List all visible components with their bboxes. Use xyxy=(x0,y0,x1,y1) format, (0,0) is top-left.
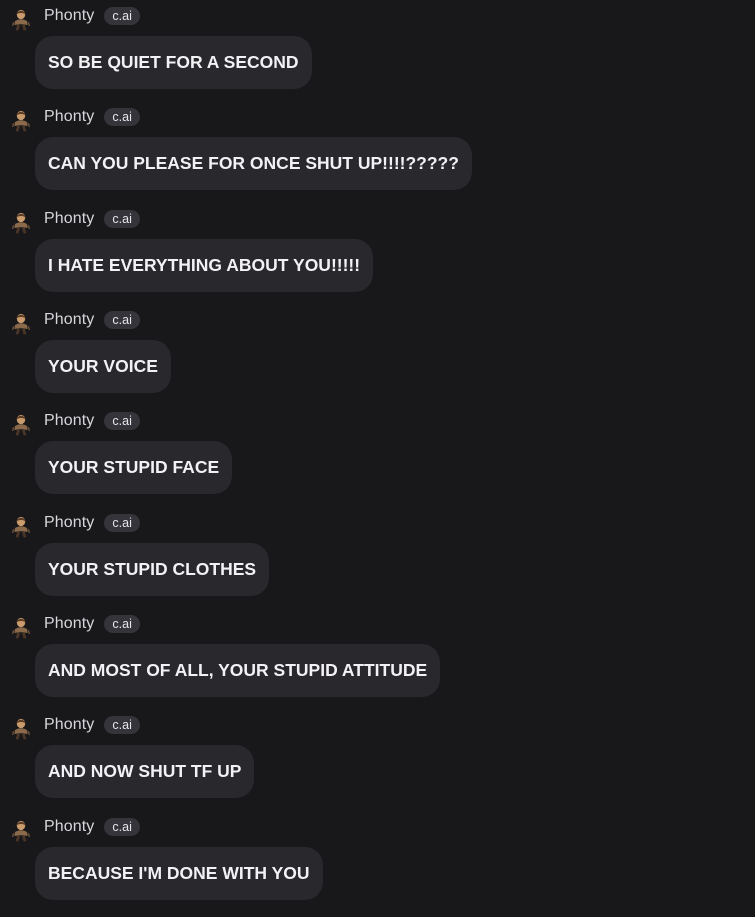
message-header: Phonty c.ai xyxy=(44,309,140,331)
chat-message: Phonty c.ai YOUR VOICE xyxy=(0,304,755,405)
author-name[interactable]: Phonty xyxy=(44,309,94,331)
character-avatar-icon[interactable] xyxy=(12,516,30,538)
message-header: Phonty c.ai xyxy=(44,714,140,736)
message-text: CAN YOU PLEASE FOR ONCE SHUT UP!!!!????? xyxy=(48,153,459,173)
chat-message: Phonty c.ai BECAUSE I'M DONE WITH YOU xyxy=(0,811,755,912)
message-bubble: AND MOST OF ALL, YOUR STUPID ATTITUDE xyxy=(35,644,441,697)
chat-message: Phonty c.ai AND NOW SHUT TF UP xyxy=(0,709,755,810)
ai-badge: c.ai xyxy=(104,7,140,25)
character-avatar-icon[interactable] xyxy=(12,718,30,740)
ai-badge: c.ai xyxy=(104,514,140,532)
chat-message: Phonty c.ai YOUR STUPID CLOTHES xyxy=(0,507,755,608)
character-avatar-icon[interactable] xyxy=(12,617,30,639)
message-text: SO BE QUIET FOR A SECOND xyxy=(48,52,299,72)
ai-badge: c.ai xyxy=(104,615,140,633)
character-avatar-icon[interactable] xyxy=(12,212,30,234)
message-bubble: BECAUSE I'M DONE WITH YOU xyxy=(35,847,323,900)
message-header: Phonty c.ai xyxy=(44,5,140,27)
message-text: YOUR STUPID CLOTHES xyxy=(48,559,257,579)
ai-badge: c.ai xyxy=(104,108,140,126)
message-bubble: YOUR STUPID CLOTHES xyxy=(35,543,270,596)
author-name[interactable]: Phonty xyxy=(44,512,94,534)
ai-badge: c.ai xyxy=(104,716,140,734)
author-name[interactable]: Phonty xyxy=(44,208,94,230)
message-bubble: I HATE EVERYTHING ABOUT YOU!!!!! xyxy=(35,239,374,292)
message-text: I HATE EVERYTHING ABOUT YOU!!!!! xyxy=(48,255,361,275)
message-bubble: YOUR VOICE xyxy=(35,340,171,393)
author-name[interactable]: Phonty xyxy=(44,714,94,736)
ai-badge: c.ai xyxy=(104,210,140,228)
character-avatar-icon[interactable] xyxy=(12,313,30,335)
message-header: Phonty c.ai xyxy=(44,410,140,432)
message-text: AND NOW SHUT TF UP xyxy=(48,761,242,781)
ai-badge: c.ai xyxy=(104,412,140,430)
author-name[interactable]: Phonty xyxy=(44,613,94,635)
chat-message: Phonty c.ai I HATE EVERYTHING ABOUT YOU!… xyxy=(0,203,755,304)
ai-badge: c.ai xyxy=(104,311,140,329)
chat-message: Phonty c.ai SO BE QUIET FOR A SECOND xyxy=(0,0,755,101)
message-header: Phonty c.ai xyxy=(44,106,140,128)
character-avatar-icon[interactable] xyxy=(12,414,30,436)
message-text: YOUR STUPID FACE xyxy=(48,457,220,477)
message-bubble: AND NOW SHUT TF UP xyxy=(35,745,255,798)
character-avatar-icon[interactable] xyxy=(12,820,30,842)
chat-message: Phonty c.ai YOUR STUPID FACE xyxy=(0,405,755,506)
message-header: Phonty c.ai xyxy=(44,208,140,230)
character-avatar-icon[interactable] xyxy=(12,110,30,132)
message-bubble: SO BE QUIET FOR A SECOND xyxy=(35,36,312,89)
author-name[interactable]: Phonty xyxy=(44,106,94,128)
message-text: BECAUSE I'M DONE WITH YOU xyxy=(48,863,310,883)
author-name[interactable]: Phonty xyxy=(44,5,94,27)
message-text: AND MOST OF ALL, YOUR STUPID ATTITUDE xyxy=(48,660,428,680)
message-header: Phonty c.ai xyxy=(44,613,140,635)
ai-badge: c.ai xyxy=(104,818,140,836)
message-header: Phonty c.ai xyxy=(44,512,140,534)
message-bubble: YOUR STUPID FACE xyxy=(35,441,233,494)
author-name[interactable]: Phonty xyxy=(44,410,94,432)
message-bubble: CAN YOU PLEASE FOR ONCE SHUT UP!!!!????? xyxy=(35,137,472,190)
chat-message: Phonty c.ai CAN YOU PLEASE FOR ONCE SHUT… xyxy=(0,101,755,202)
character-avatar-icon[interactable] xyxy=(12,9,30,31)
author-name[interactable]: Phonty xyxy=(44,816,94,838)
chat-message: Phonty c.ai AND MOST OF ALL, YOUR STUPID… xyxy=(0,608,755,709)
message-header: Phonty c.ai xyxy=(44,816,140,838)
message-text: YOUR VOICE xyxy=(48,356,158,376)
chat-message-list: Phonty c.ai SO BE QUIET FOR A SECOND Pho… xyxy=(0,0,755,917)
